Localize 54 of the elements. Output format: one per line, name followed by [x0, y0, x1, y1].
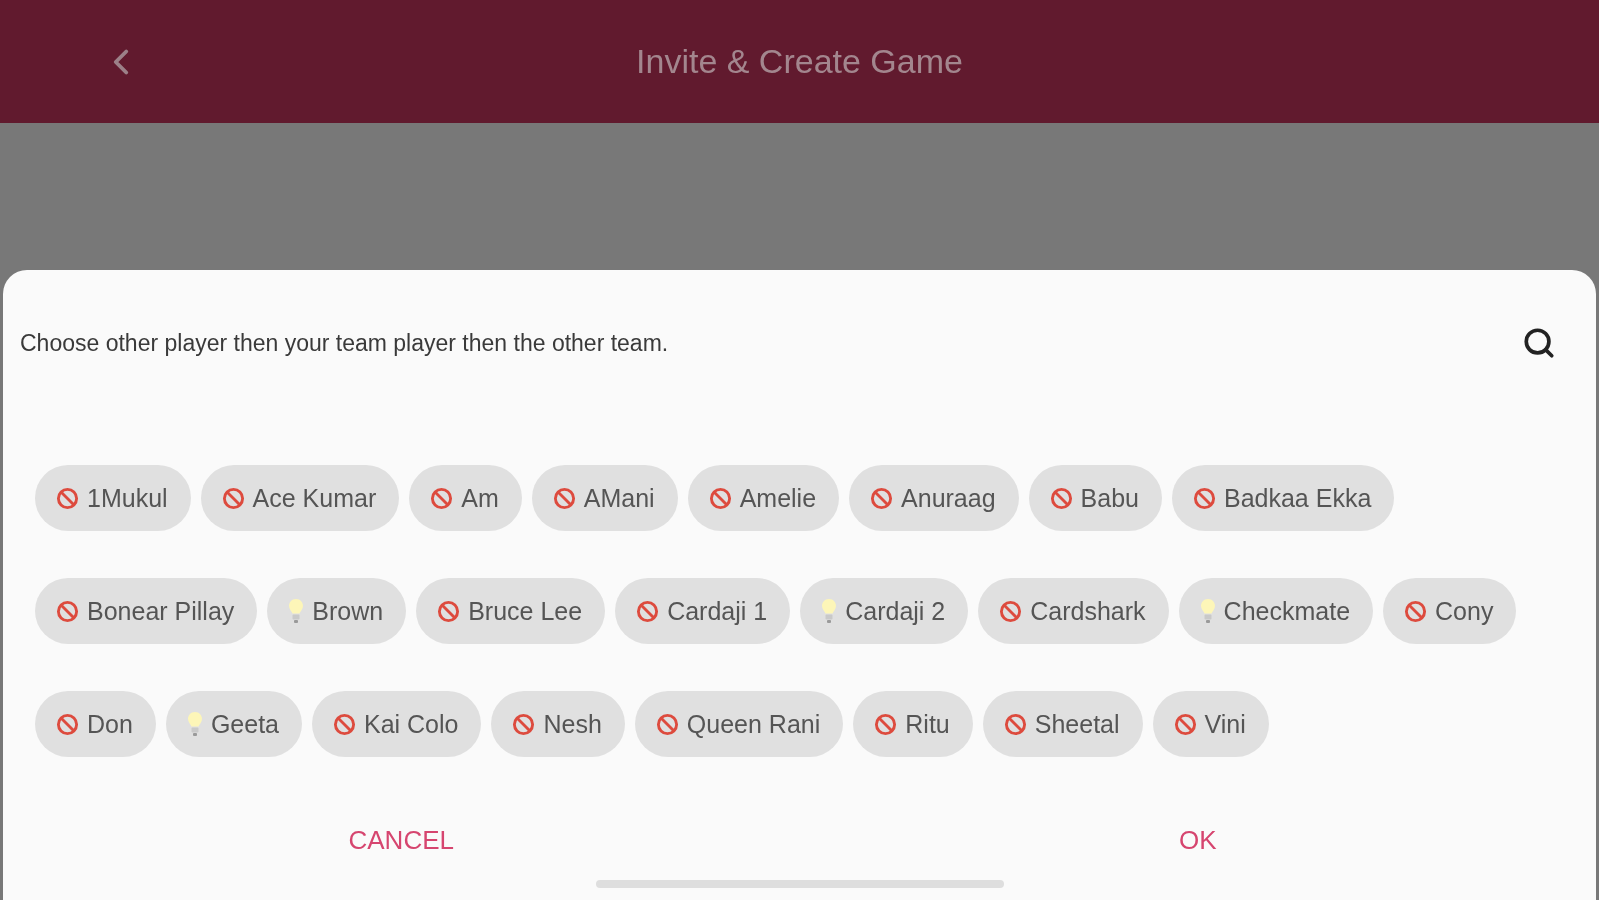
player-chip[interactable]: Geeta [165, 691, 302, 757]
prohibited-icon [512, 712, 536, 736]
player-chip[interactable]: Bruce Lee [416, 578, 606, 644]
prohibited-icon [56, 486, 79, 510]
ok-button[interactable]: OK [1174, 819, 1221, 862]
prohibited-icon [430, 486, 454, 510]
prohibited-icon [708, 486, 732, 510]
lightbulb-icon [821, 598, 838, 624]
player-chip[interactable]: Cardaji 2 [800, 578, 969, 644]
player-chip[interactable]: AMani [531, 465, 678, 531]
prohibited-icon [1404, 599, 1428, 623]
prohibited-icon [1173, 712, 1197, 736]
player-chip[interactable]: Cardshark [978, 578, 1169, 644]
player-chip[interactable]: Cony [1383, 578, 1517, 644]
lightbulb-icon [1199, 598, 1216, 624]
player-chip[interactable]: Kai Colo [312, 691, 482, 757]
lightbulb-icon [186, 711, 203, 737]
prohibited-icon [333, 712, 356, 736]
prohibited-icon [552, 486, 576, 510]
player-chip[interactable]: Queen Rani [634, 691, 844, 757]
player-chip[interactable]: Am [409, 465, 522, 531]
player-chip[interactable]: Don [35, 691, 156, 757]
prohibited-icon [56, 712, 79, 736]
cancel-button[interactable]: CANCEL [344, 819, 458, 862]
prohibited-icon [221, 486, 245, 510]
player-chip[interactable]: Ace Kumar [200, 465, 400, 531]
player-chip[interactable]: Amelie [687, 465, 840, 531]
search-button[interactable] [1522, 326, 1556, 360]
prohibited-icon [636, 599, 660, 623]
player-chip[interactable]: Anuraag [849, 465, 1019, 531]
player-chip[interactable]: Cardaji 1 [615, 578, 791, 644]
prohibited-icon [999, 599, 1023, 623]
prohibited-icon [870, 486, 894, 510]
player-chip[interactable]: Brown [267, 578, 407, 644]
player-chip[interactable]: Checkmate [1178, 578, 1374, 644]
prohibited-icon [1049, 486, 1073, 510]
lightbulb-icon [288, 598, 305, 624]
player-chip[interactable]: Nesh [491, 691, 625, 757]
instruction-text: Choose other player then your team player then the other team. [20, 329, 669, 357]
player-chip[interactable]: Ritu [853, 691, 973, 757]
prohibited-icon [437, 599, 461, 623]
prohibited-icon [874, 712, 898, 736]
player-chip[interactable]: Badkaa Ekka [1172, 465, 1395, 531]
prohibited-icon [1193, 486, 1216, 510]
prohibited-icon [655, 712, 679, 736]
player-chip[interactable]: Bonear Pillay [35, 578, 258, 644]
player-chip[interactable]: 1Mukul [35, 465, 191, 531]
prohibited-icon [1003, 712, 1027, 736]
player-chip[interactable]: Sheetal [982, 691, 1143, 757]
header-title: Invite & Create Game [636, 42, 963, 81]
search-icon [1522, 326, 1556, 360]
player-chip[interactable]: Vini [1152, 691, 1269, 757]
player-chip[interactable]: Babu [1028, 465, 1162, 531]
prohibited-icon [56, 599, 79, 623]
